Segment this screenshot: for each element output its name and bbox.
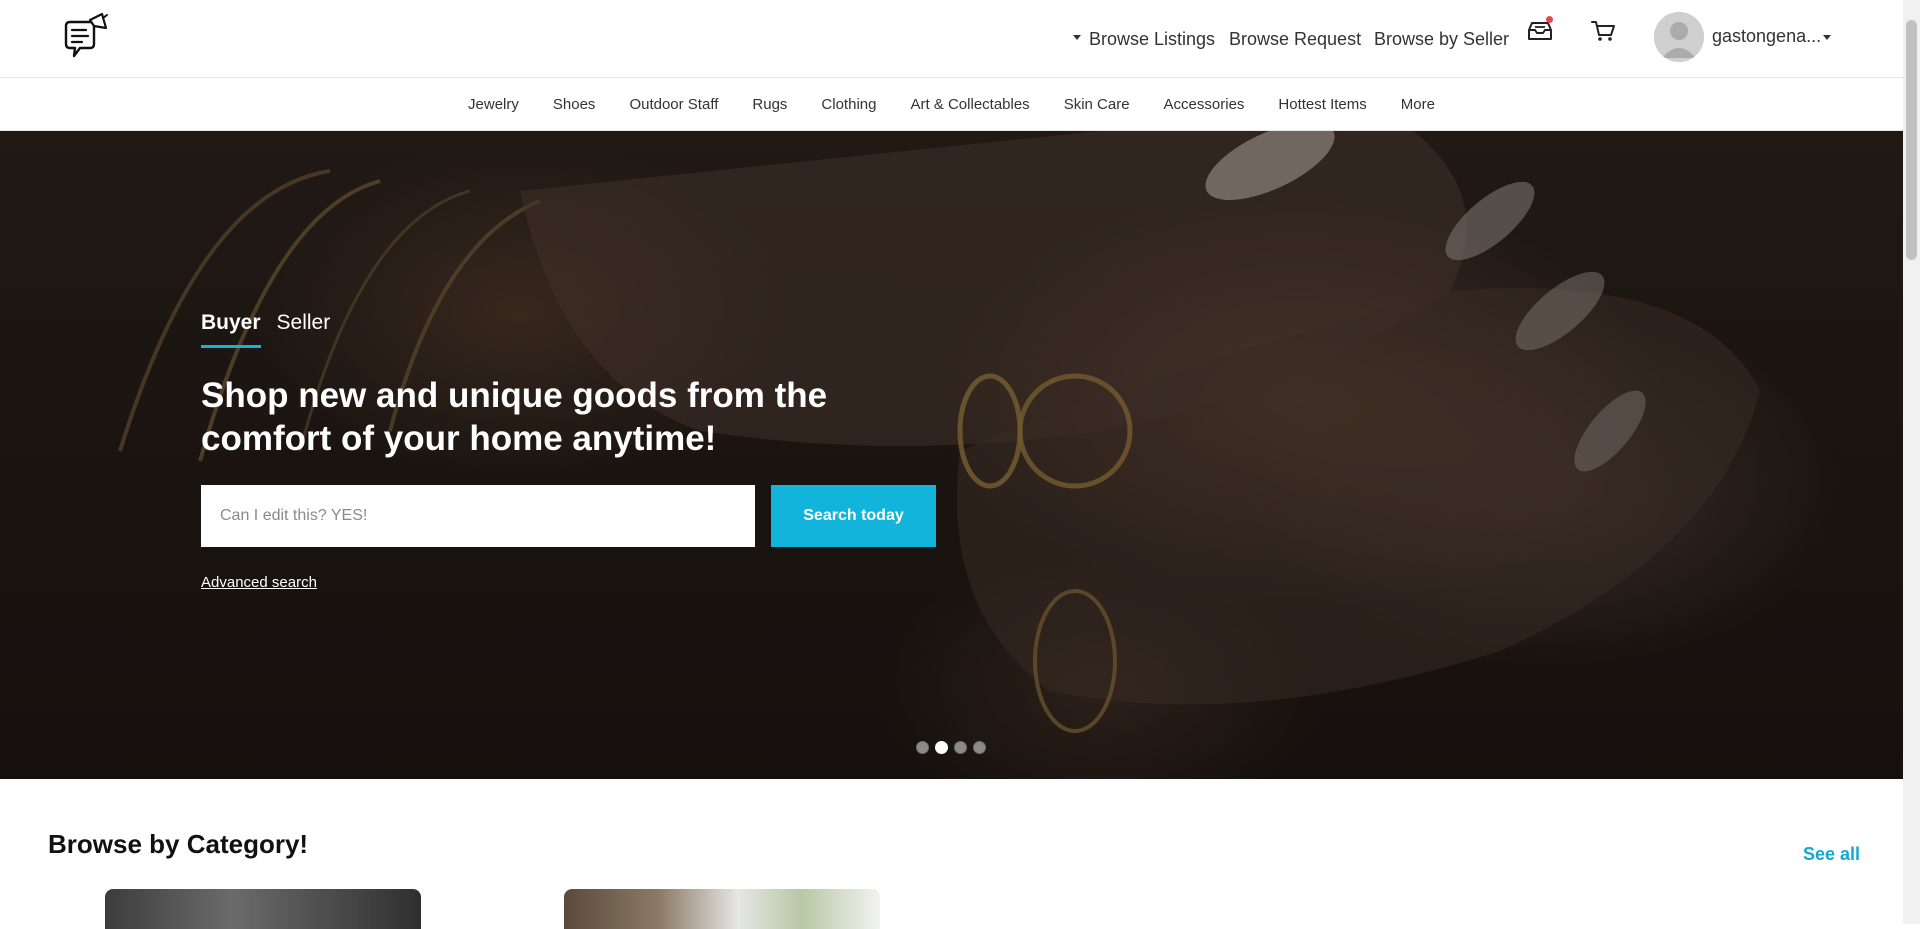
tab-seller[interactable]: Seller <box>277 311 331 348</box>
category-art-collectables[interactable]: Art & Collectables <box>893 96 1046 113</box>
browse-category-title: Browse by Category! <box>48 829 309 859</box>
carousel-dot[interactable] <box>973 741 986 754</box>
hero-banner: Buyer Seller Shop new and unique goods f… <box>0 131 1903 779</box>
logo-icon[interactable] <box>60 12 112 64</box>
category-card[interactable] <box>105 889 421 929</box>
see-all-link[interactable]: See all <box>1803 844 1860 865</box>
advanced-search-link[interactable]: Advanced search <box>201 574 317 591</box>
carousel-dot-active[interactable] <box>935 741 948 754</box>
tab-buyer[interactable]: Buyer <box>201 311 261 348</box>
cart-icon[interactable] <box>1586 16 1620 46</box>
category-hottest-items[interactable]: Hottest Items <box>1261 96 1383 113</box>
category-jewelry[interactable]: Jewelry <box>451 96 536 113</box>
role-tabs: Buyer Seller <box>201 311 330 348</box>
caret-down-icon <box>1073 34 1081 40</box>
avatar[interactable] <box>1654 12 1704 62</box>
username[interactable]: gastongena... <box>1712 26 1821 47</box>
browse-by-seller-link[interactable]: Browse by Seller <box>1374 0 1509 78</box>
search-today-button[interactable]: Search today <box>771 485 936 547</box>
category-clothing[interactable]: Clothing <box>804 96 893 113</box>
category-accessories[interactable]: Accessories <box>1147 96 1262 113</box>
category-more[interactable]: More <box>1384 96 1452 113</box>
category-nav: Jewelry Shoes Outdoor Staff Rugs Clothin… <box>0 79 1903 131</box>
user-menu-caret-icon[interactable] <box>1823 35 1831 40</box>
notification-dot <box>1546 16 1553 23</box>
top-header: Browse Listings Browse Request Browse by… <box>0 0 1903 78</box>
search-input[interactable] <box>201 485 755 547</box>
hero-headline: Shop new and unique goods from the comfo… <box>201 376 828 458</box>
page-scrollbar[interactable] <box>1903 0 1920 924</box>
scrollbar-thumb[interactable] <box>1906 20 1917 260</box>
category-card[interactable] <box>564 889 880 929</box>
carousel-dot[interactable] <box>916 741 929 754</box>
category-rugs[interactable]: Rugs <box>735 96 804 113</box>
browse-listings-link[interactable]: Browse Listings <box>1073 0 1215 78</box>
category-skin-care[interactable]: Skin Care <box>1047 96 1147 113</box>
inbox-icon[interactable] <box>1523 16 1557 46</box>
category-shoes[interactable]: Shoes <box>536 96 613 113</box>
browse-request-link[interactable]: Browse Request <box>1229 0 1361 78</box>
carousel-dots <box>916 741 986 754</box>
carousel-dot[interactable] <box>954 741 967 754</box>
category-outdoor-staff[interactable]: Outdoor Staff <box>612 96 735 113</box>
